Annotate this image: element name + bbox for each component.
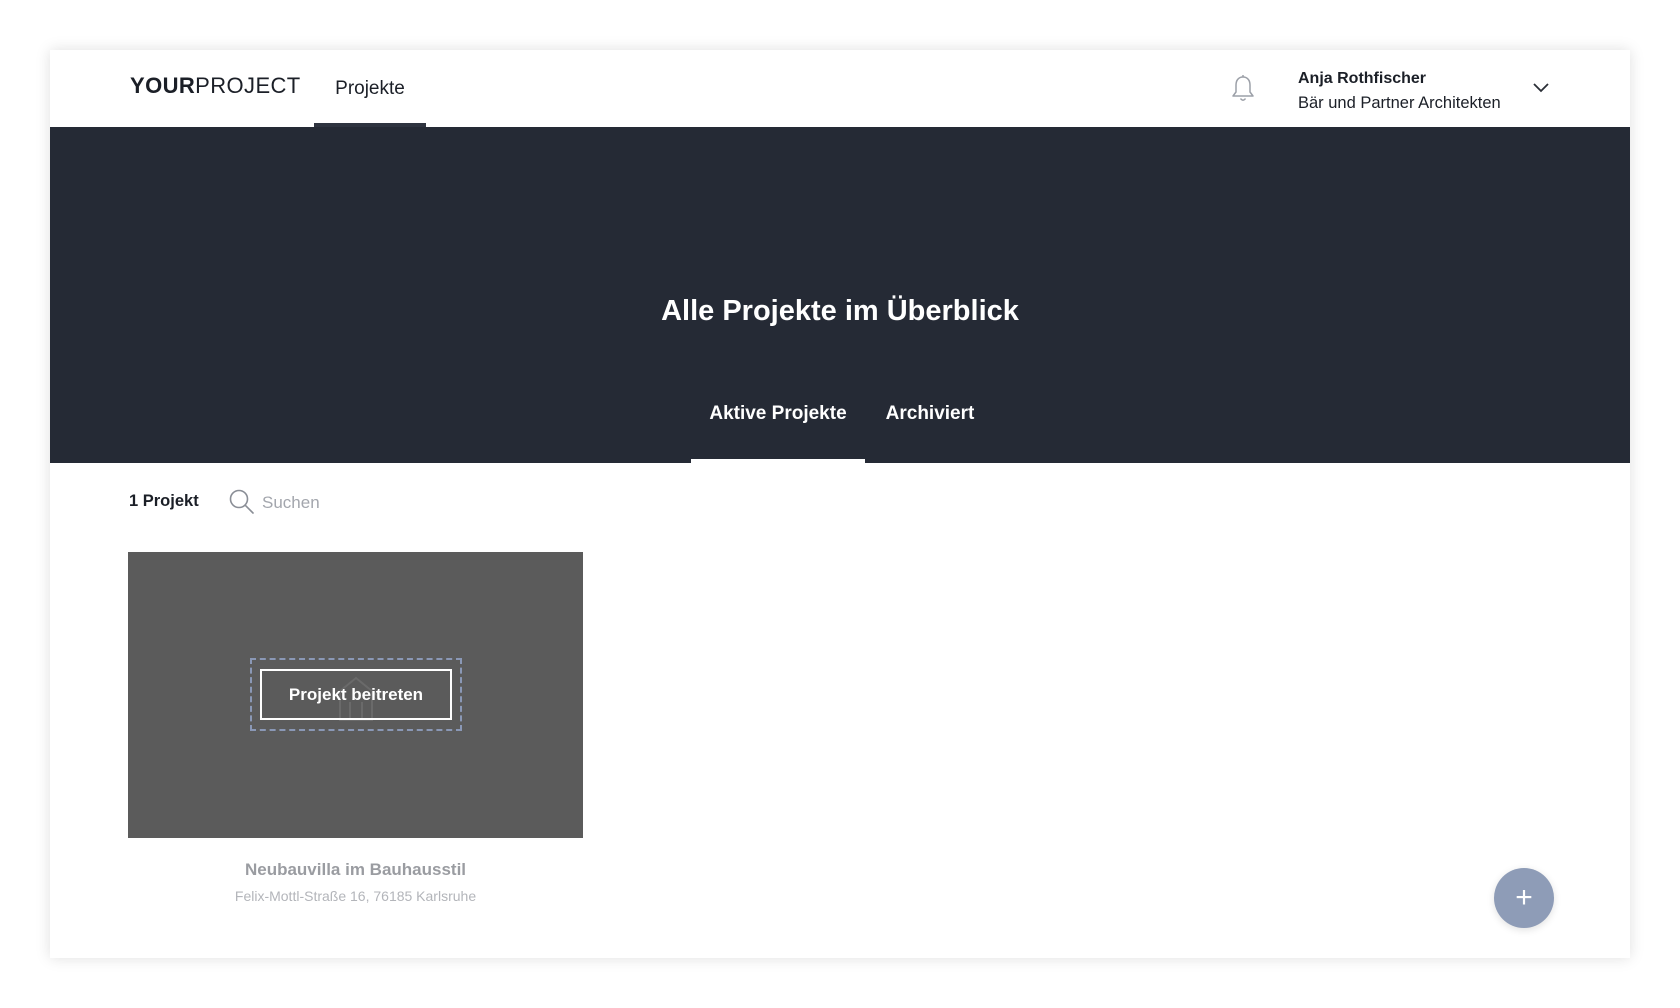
search-input[interactable] [262,486,522,520]
nav-tab-projects[interactable]: Projekte [314,50,426,127]
bell-icon[interactable] [1230,74,1256,104]
app-logo[interactable]: YOURPROJECT [130,73,301,99]
tab-active-projects[interactable]: Aktive Projekte [691,387,865,463]
top-navigation-bar: YOURPROJECT Projekte Anja Rothfischer Bä… [50,50,1630,127]
add-project-button[interactable]: + [1494,868,1554,928]
tab-archived[interactable]: Archiviert [880,387,980,463]
search-icon[interactable] [228,488,256,516]
plus-icon: + [1515,881,1533,914]
app-window: YOURPROJECT Projekte Anja Rothfischer Bä… [50,50,1630,958]
logo-light-text: PROJECT [195,73,301,98]
page-title: Alle Projekte im Überblick [661,295,1019,327]
user-company: Bär und Partner Architekten [1298,94,1501,112]
chevron-down-icon[interactable] [1532,80,1550,94]
user-name: Anja Rothfischer [1298,70,1427,87]
logo-bold-text: YOUR [130,73,196,98]
project-count: 1 Projekt [129,492,199,510]
hero-banner: Alle Projekte im Überblick Aktive Projek… [50,127,1630,463]
join-project-button[interactable]: Projekt beitreten [260,669,452,720]
user-menu[interactable]: Anja Rothfischer Bär und Partner Archite… [1298,66,1501,116]
project-title[interactable]: Neubauvilla im Bauhausstil [128,860,583,880]
project-card-thumbnail[interactable]: Projekt beitreten [128,552,583,838]
project-address: Felix-Mottl-Straße 16, 76185 Karlsruhe [234,888,477,904]
